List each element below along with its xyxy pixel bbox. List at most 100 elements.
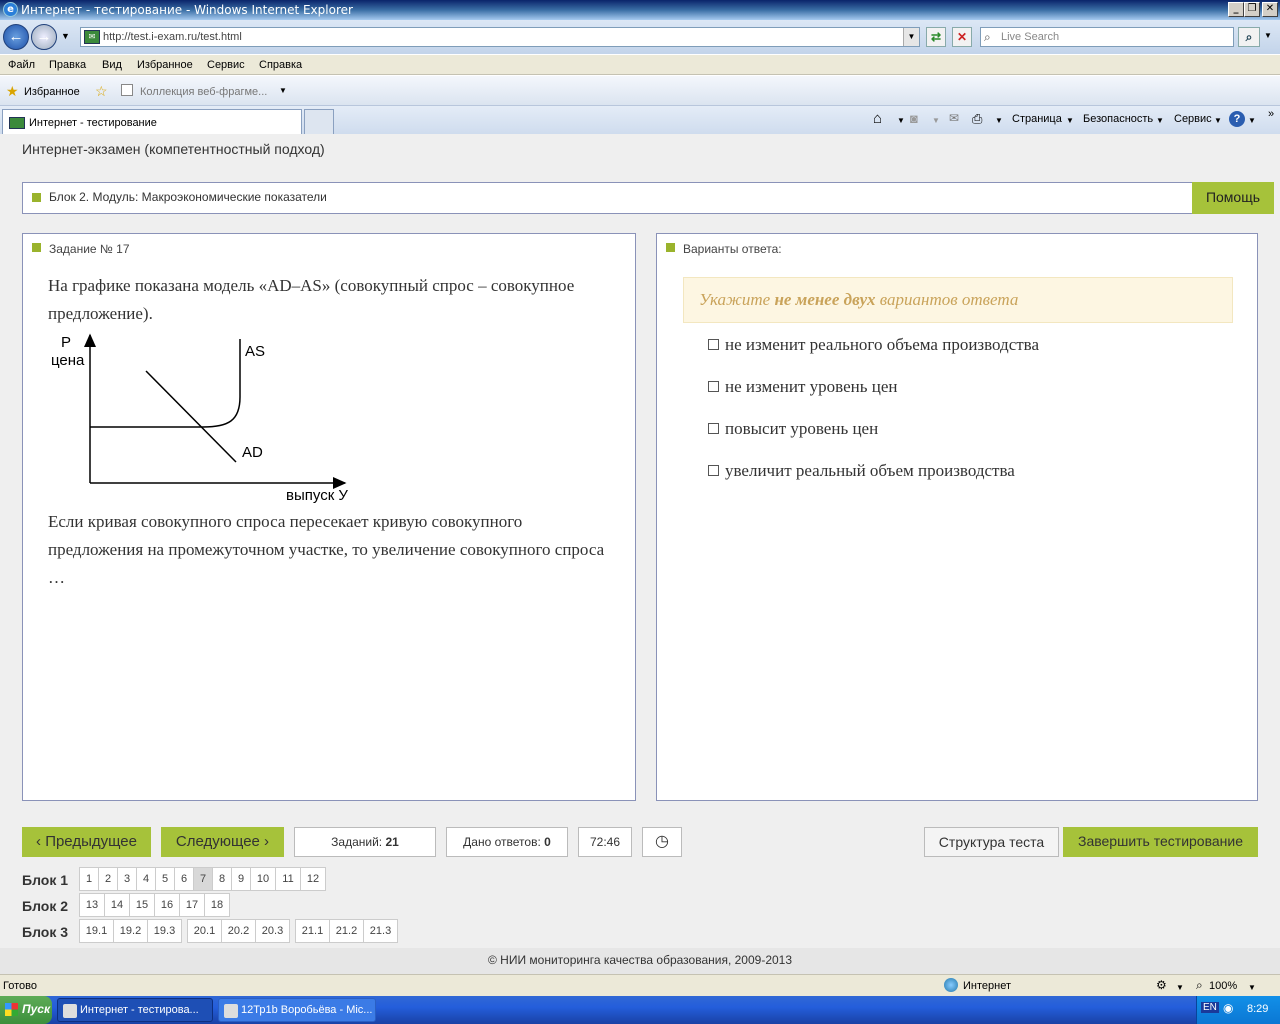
x-axis-label: выпуск У — [286, 487, 348, 504]
answer-checkbox[interactable] — [708, 380, 719, 392]
question-nav-17[interactable]: 17 — [179, 893, 205, 917]
taskbar-item-ie[interactable]: Интернет - тестирова... — [57, 998, 213, 1022]
add-favorite-icon[interactable]: ☆ — [95, 83, 108, 100]
print-icon[interactable]: ⎙ — [972, 111, 982, 127]
search-options-icon[interactable]: ▼ — [1264, 31, 1272, 40]
help-button[interactable]: Помощь — [1192, 182, 1274, 214]
history-dropdown-icon[interactable]: ▼ — [61, 31, 70, 41]
question-nav-18[interactable]: 18 — [204, 893, 230, 917]
answer-option[interactable]: повысит уровень цен — [708, 419, 878, 439]
gallery-dropdown-icon[interactable]: ▼ — [279, 86, 287, 95]
question-nav-21-1[interactable]: 21.1 — [295, 919, 330, 943]
answer-option-label[interactable]: повысит уровень цен — [725, 419, 878, 438]
home-icon[interactable]: ⌂ — [873, 110, 882, 127]
page-menu[interactable]: Страница — [1012, 113, 1062, 125]
protected-mode-icon[interactable]: ⚙ — [1156, 978, 1167, 992]
tab-active[interactable]: Интернет - тестирование — [2, 109, 302, 134]
question-nav-20-1[interactable]: 20.1 — [187, 919, 222, 943]
menu-edit[interactable]: Правка — [49, 59, 86, 71]
clock-icon[interactable]: ◷ — [642, 827, 682, 857]
question-nav-21-2[interactable]: 21.2 — [329, 919, 364, 943]
answer-option[interactable]: не изменит уровень цен — [708, 377, 897, 397]
test-structure-button[interactable]: Структура теста — [924, 827, 1059, 857]
forward-button[interactable]: → — [31, 24, 57, 50]
task-header: Задание № 17 — [49, 242, 130, 256]
question-nav-12[interactable]: 12 — [300, 867, 326, 891]
question-nav-8[interactable]: 8 — [212, 867, 232, 891]
question-nav-9[interactable]: 9 — [231, 867, 251, 891]
next-button[interactable]: Следующее › — [161, 827, 284, 857]
menu-view[interactable]: Вид — [102, 59, 122, 71]
new-tab-button[interactable] — [304, 109, 334, 134]
mail-icon[interactable]: ✉ — [949, 111, 959, 125]
answer-option-label[interactable]: не изменит уровень цен — [725, 377, 897, 396]
start-button[interactable]: Пуск — [0, 996, 52, 1024]
prev-button[interactable]: ‹ Предыдущее — [22, 827, 151, 857]
menu-tools[interactable]: Сервис — [207, 59, 245, 71]
address-dropdown-icon[interactable]: ▼ — [903, 28, 919, 46]
question-nav-15[interactable]: 15 — [129, 893, 155, 917]
taskbar-item-label: Интернет - тестирова... — [80, 1004, 199, 1016]
question-nav-7[interactable]: 7 — [193, 867, 213, 891]
question-nav-20-2[interactable]: 20.2 — [221, 919, 256, 943]
menu-help[interactable]: Справка — [259, 59, 302, 71]
window-title-bar: e Интернет - тестирование - Windows Inte… — [0, 0, 1280, 20]
help-dropdown-icon[interactable]: ▼ — [1248, 116, 1256, 125]
menu-file[interactable]: Файл — [8, 59, 35, 71]
zoom-icon[interactable]: ⌕ — [1196, 978, 1203, 993]
question-nav-19-1[interactable]: 19.1 — [79, 919, 114, 943]
question-nav-13[interactable]: 13 — [79, 893, 105, 917]
question-nav-10[interactable]: 10 — [250, 867, 276, 891]
question-nav-20-3[interactable]: 20.3 — [255, 919, 290, 943]
question-nav-5[interactable]: 5 — [155, 867, 175, 891]
menu-favorites[interactable]: Избранное — [137, 59, 193, 71]
answer-option-label[interactable]: увеличит реальный объем производства — [725, 461, 1015, 480]
stop-button[interactable]: ✕ — [952, 27, 972, 47]
answer-option[interactable]: увеличит реальный объем производства — [708, 461, 1015, 481]
search-go-button[interactable]: ⌕ — [1238, 27, 1260, 47]
refresh-button[interactable]: ⇄ — [926, 27, 946, 47]
protected-dropdown-icon[interactable]: ▼ — [1176, 983, 1184, 992]
close-button[interactable]: ✕ — [1262, 2, 1278, 17]
help-icon[interactable]: ? — [1229, 111, 1245, 127]
answer-checkbox[interactable] — [708, 422, 719, 434]
question-nav-16[interactable]: 16 — [154, 893, 180, 917]
feeds-icon[interactable]: ◙ — [910, 111, 918, 126]
question-nav-6[interactable]: 6 — [174, 867, 194, 891]
chevron-right-icon[interactable]: » — [1268, 108, 1274, 120]
answer-checkbox[interactable] — [708, 464, 719, 476]
web-slice-gallery[interactable]: Коллекция веб-фрагме... — [140, 86, 267, 98]
question-nav-19-2[interactable]: 19.2 — [113, 919, 148, 943]
question-nav-21-3[interactable]: 21.3 — [363, 919, 398, 943]
security-menu[interactable]: Безопасность — [1083, 113, 1153, 125]
zoom-level[interactable]: 100% — [1209, 980, 1237, 992]
tray-icon[interactable]: ◉ — [1223, 1001, 1233, 1015]
maximize-button[interactable]: ❐ — [1244, 2, 1260, 17]
question-nav-1[interactable]: 1 — [79, 867, 99, 891]
question-nav-19-3[interactable]: 19.3 — [147, 919, 182, 943]
answers-bullet-icon — [666, 243, 675, 252]
taskbar-item-word[interactable]: 12Тр1b Воробьёва - Mic... — [218, 998, 376, 1022]
question-nav-14[interactable]: 14 — [104, 893, 130, 917]
page-dropdown-icon: ▼ — [1066, 116, 1074, 125]
finish-test-button[interactable]: Завершить тестирование — [1063, 827, 1258, 857]
search-input[interactable]: ⌕ Live Search — [980, 27, 1234, 47]
home-dropdown-icon[interactable]: ▼ — [897, 116, 905, 125]
print-dropdown-icon[interactable]: ▼ — [995, 116, 1003, 125]
zoom-dropdown-icon[interactable]: ▼ — [1248, 983, 1256, 992]
question-nav-2[interactable]: 2 — [98, 867, 118, 891]
minimize-button[interactable]: _ — [1228, 2, 1244, 17]
back-button[interactable]: ← — [3, 24, 29, 50]
answer-checkbox[interactable] — [708, 338, 719, 350]
answer-option-label[interactable]: не изменит реального объема производства — [725, 335, 1039, 354]
tools-menu[interactable]: Сервис — [1174, 113, 1212, 125]
question-nav-3[interactable]: 3 — [117, 867, 137, 891]
question-nav-4[interactable]: 4 — [136, 867, 156, 891]
address-field[interactable]: ✉ http://test.i-exam.ru/test.html ▼ — [80, 27, 920, 47]
security-dropdown-icon: ▼ — [1156, 116, 1164, 125]
feeds-dropdown-icon[interactable]: ▼ — [932, 116, 940, 125]
question-nav-11[interactable]: 11 — [275, 867, 301, 891]
favorites-button[interactable]: Избранное — [24, 86, 80, 98]
language-indicator[interactable]: EN — [1201, 1002, 1219, 1013]
answer-option[interactable]: не изменит реального объема производства — [708, 335, 1039, 355]
